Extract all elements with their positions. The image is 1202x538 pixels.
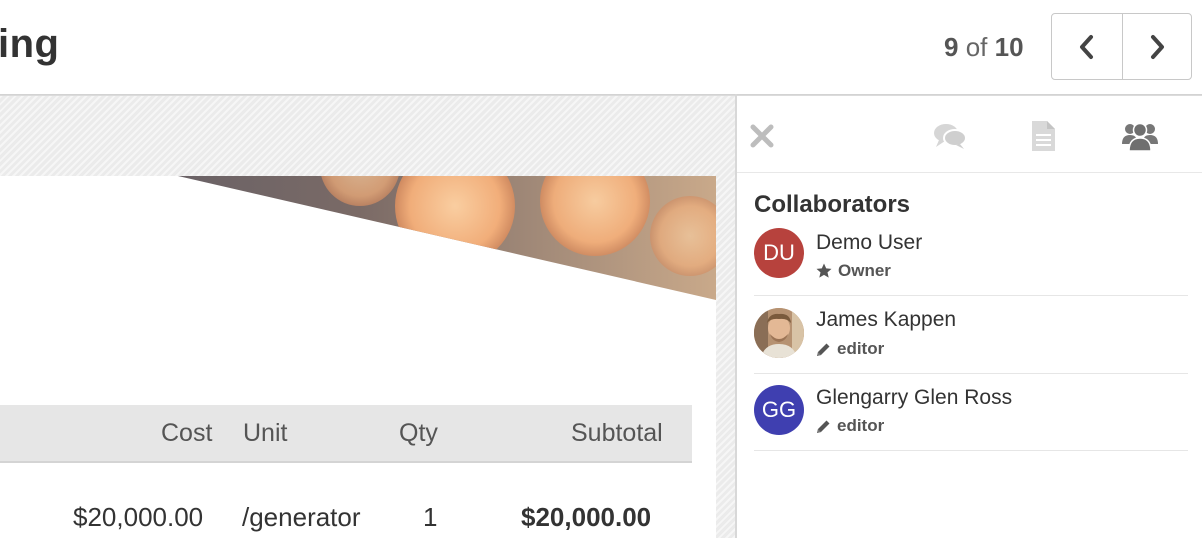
tab-collaborators[interactable] — [1122, 120, 1158, 157]
chevron-right-icon — [1150, 34, 1164, 59]
side-panel: Collaborators DU Demo User Owner James K… — [737, 96, 1202, 538]
users-icon — [1122, 122, 1158, 152]
cell-unit: /generator — [242, 502, 361, 532]
banner-image — [178, 176, 716, 300]
next-button[interactable] — [1121, 14, 1192, 79]
collaborator-item[interactable]: James Kappen editor — [754, 296, 1188, 374]
collaborator-role: editor — [816, 416, 884, 436]
table-header: Cost Unit Qty Subtotal — [0, 405, 692, 463]
avatar — [754, 308, 804, 358]
top-header: ing 9 of 10 — [0, 0, 1202, 94]
page-title: ing — [0, 22, 60, 66]
cell-cost: $20,000.00 — [73, 502, 204, 532]
pencil-icon — [817, 420, 830, 433]
collaborator-name: James Kappen — [816, 308, 957, 331]
column-header-cost: Cost — [161, 419, 213, 447]
close-button[interactable] — [749, 123, 775, 154]
column-header-subtotal: Subtotal — [571, 419, 663, 447]
prev-button[interactable] — [1052, 14, 1122, 79]
avatar: GG — [754, 385, 804, 435]
document-preview: Cost Unit Qty Subtotal $20,000.00 /gener… — [0, 96, 736, 538]
document-icon — [1032, 121, 1055, 151]
pager-status: 9 of 10 — [944, 32, 1024, 63]
avatar-initials: GG — [761, 397, 797, 422]
profile-photo — [754, 308, 804, 358]
document-page: Cost Unit Qty Subtotal $20,000.00 /gener… — [0, 176, 716, 538]
avatar-initials: DU — [763, 240, 795, 265]
pencil-icon — [817, 343, 830, 356]
tab-comments[interactable] — [933, 122, 967, 155]
collaborator-role: editor — [816, 339, 884, 359]
star-icon — [816, 263, 832, 278]
pager-of: of — [965, 32, 988, 62]
collaborators-heading: Collaborators — [754, 191, 911, 218]
pager-total: 10 — [994, 32, 1024, 62]
pager-current: 9 — [944, 32, 959, 62]
tab-document[interactable] — [1030, 120, 1056, 157]
collaborator-role: Owner — [816, 261, 891, 281]
collaborator-item[interactable]: DU Demo User Owner — [754, 218, 1188, 296]
cell-subtotal: $20,000.00 — [521, 502, 652, 532]
role-label: editor — [837, 339, 885, 358]
collaborator-name: Glengarry Glen Ross — [816, 386, 1013, 409]
cell-qty: 1 — [423, 502, 438, 532]
close-icon — [750, 124, 774, 148]
collaborator-name: Demo User — [816, 231, 923, 254]
chevron-left-icon — [1079, 34, 1093, 59]
column-header-qty: Qty — [399, 419, 438, 447]
pager-buttons — [1051, 13, 1192, 80]
comments-icon — [934, 124, 967, 149]
collaborator-item[interactable]: GG Glengarry Glen Ross editor — [754, 373, 1188, 451]
column-header-unit: Unit — [243, 419, 288, 447]
avatar: DU — [754, 228, 804, 278]
panel-tabs — [737, 96, 1202, 173]
role-label: editor — [837, 416, 885, 435]
role-label: Owner — [838, 261, 891, 280]
